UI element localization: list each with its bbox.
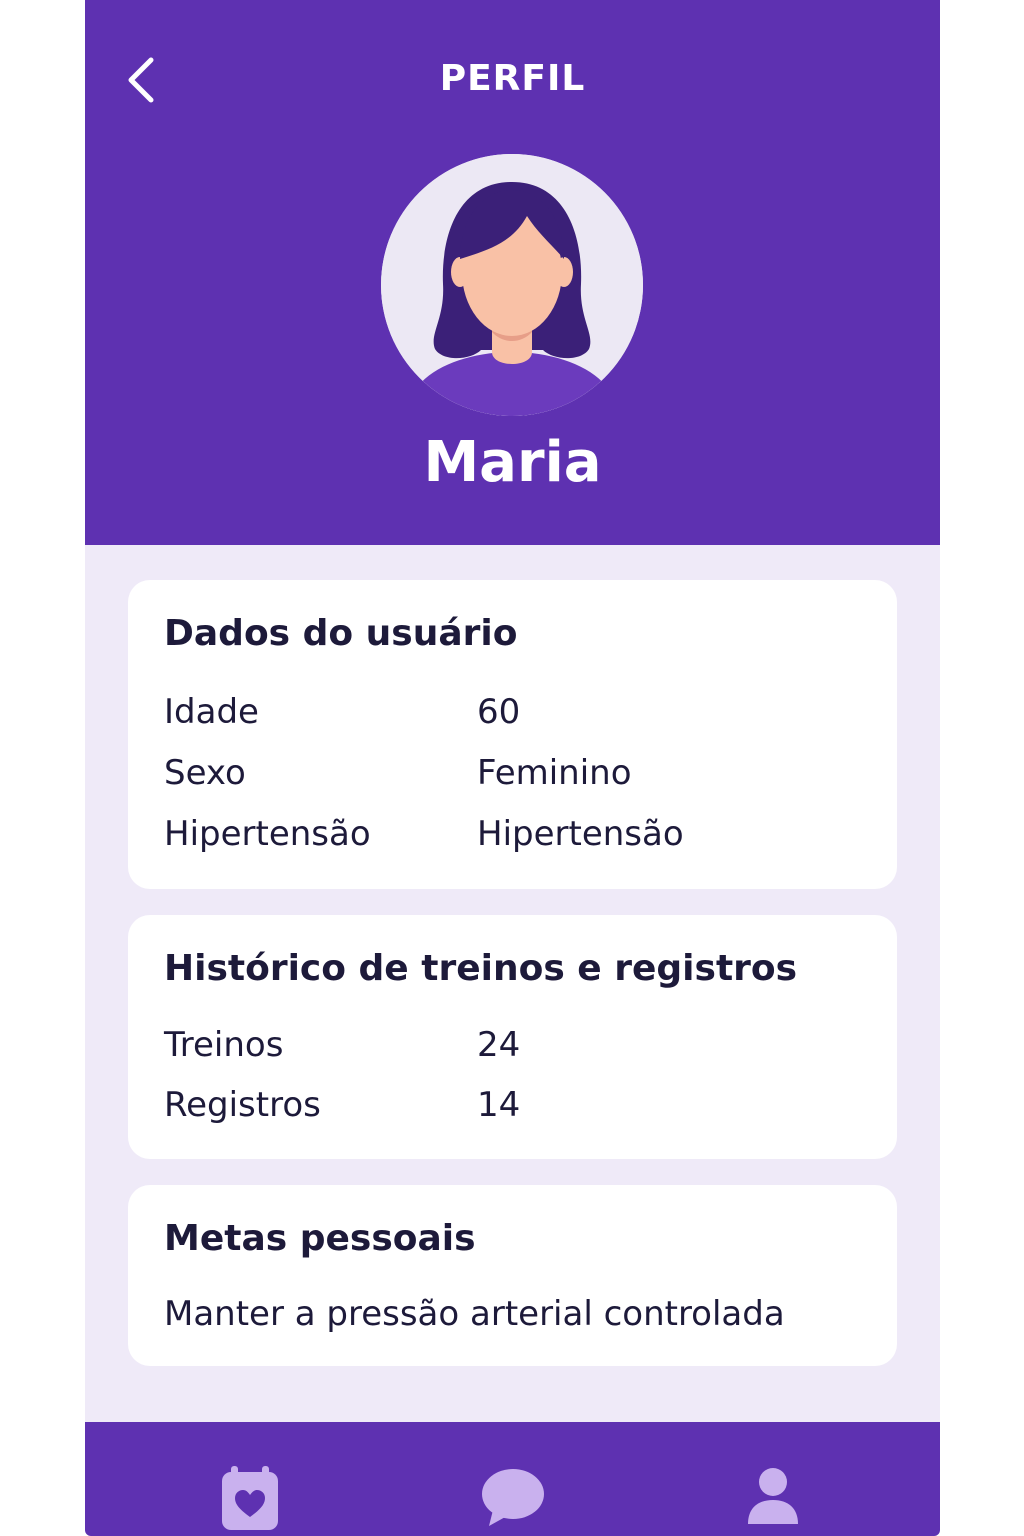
- sex-value: Feminino: [477, 753, 632, 793]
- hypertension-label: Hipertensão: [164, 814, 371, 854]
- workouts-value: 24: [477, 1025, 521, 1065]
- phone-screen: PERFIL Maria Dados do usuário Idade 60 S…: [85, 0, 940, 1536]
- nav-profile-button[interactable]: [738, 1462, 808, 1532]
- goals-title: Metas pessoais: [164, 1218, 476, 1259]
- history-title: Histórico de treinos e registros: [164, 948, 798, 989]
- history-card: Histórico de treinos e registros Treinos…: [128, 915, 897, 1159]
- age-label: Idade: [164, 692, 259, 732]
- woman-avatar-illustration: [381, 154, 643, 416]
- workouts-label: Treinos: [164, 1025, 284, 1065]
- avatar: [381, 154, 643, 416]
- nav-calendar-button[interactable]: [215, 1462, 285, 1532]
- user-profile-icon: [748, 1468, 798, 1524]
- records-label: Registros: [164, 1085, 321, 1125]
- age-value: 60: [477, 692, 521, 732]
- page-title: PERFIL: [439, 58, 586, 99]
- user-name: Maria: [423, 430, 602, 495]
- calendar-heart-icon: [222, 1466, 278, 1530]
- goal-text: Manter a pressão arterial controlada: [164, 1294, 785, 1334]
- chat-bubble-icon: [482, 1469, 544, 1526]
- profile-header: PERFIL Maria: [85, 0, 940, 545]
- bottom-nav: [85, 1422, 940, 1536]
- user-data-card: Dados do usuário Idade 60 Sexo Feminino …: [128, 580, 897, 889]
- user-data-title: Dados do usuário: [164, 613, 518, 654]
- records-value: 14: [477, 1085, 521, 1125]
- goals-card: Metas pessoais Manter a pressão arterial…: [128, 1185, 897, 1366]
- hypertension-value: Hipertensão: [477, 814, 684, 854]
- sex-label: Sexo: [164, 753, 246, 793]
- nav-chat-button[interactable]: [477, 1462, 547, 1532]
